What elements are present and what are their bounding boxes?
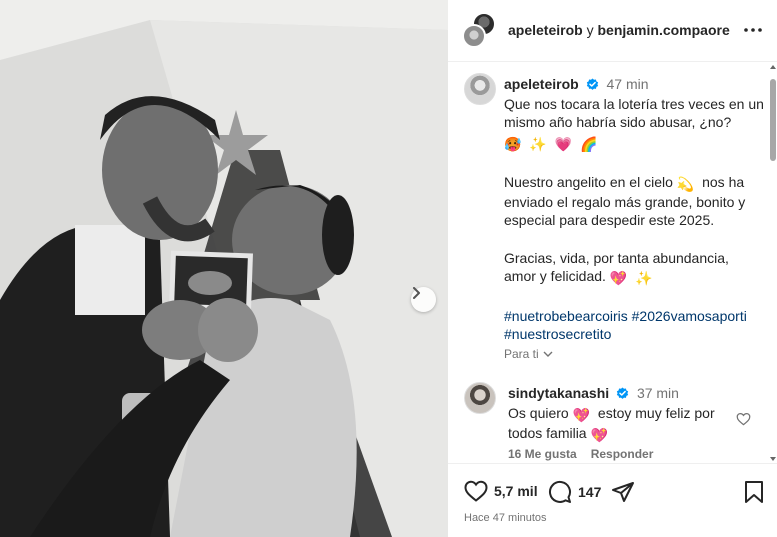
heart-icon bbox=[464, 480, 488, 502]
heart-outline-icon bbox=[736, 412, 751, 426]
caption-time: 47 min bbox=[606, 76, 649, 92]
caption-avatar[interactable] bbox=[464, 73, 496, 105]
collab-avatars[interactable] bbox=[462, 12, 498, 50]
emoji: 💖 bbox=[609, 270, 628, 286]
post-timestamp: Hace 47 minutos bbox=[464, 512, 547, 524]
next-photo-button[interactable] bbox=[411, 287, 436, 312]
comment-avatar[interactable] bbox=[464, 382, 496, 414]
comment-bubble-icon bbox=[549, 480, 571, 503]
comment-likes[interactable]: 16 Me gusta bbox=[508, 447, 577, 461]
send-icon bbox=[612, 482, 634, 502]
comment: sindytakanashi 37 min Os quiero 💖 estoy … bbox=[508, 384, 730, 444]
hashtag-link[interactable]: #nuestrosecretito bbox=[504, 326, 611, 342]
header-username-2[interactable]: benjamin.compaore bbox=[597, 22, 729, 38]
comment-reply-button[interactable]: Responder bbox=[591, 447, 654, 461]
comments-count[interactable]: 147 bbox=[578, 484, 601, 500]
emoji: 💫 bbox=[676, 176, 695, 192]
chevron-down-icon bbox=[543, 351, 553, 357]
post-panel: apeleteirob y benjamin.compaore apeletei… bbox=[448, 0, 777, 537]
share-button[interactable] bbox=[611, 480, 635, 504]
emoji: 💖 bbox=[590, 427, 608, 443]
caption-username[interactable]: apeleteirob bbox=[504, 76, 579, 92]
caption-paragraph-2: Nuestro angelito en el cielo 💫 nos ha en… bbox=[504, 173, 764, 229]
caption-paragraph-3: Gracias, vida, por tanta abundancia, amo… bbox=[504, 249, 764, 287]
comment-text: Os quiero 💖 estoy muy feliz por todos fa… bbox=[508, 404, 730, 444]
emoji: ✨ bbox=[635, 270, 653, 286]
header-conjunction: y bbox=[586, 22, 594, 38]
like-button[interactable]: 5,7 mil bbox=[464, 480, 538, 502]
comment-button[interactable]: 147 bbox=[548, 480, 601, 504]
verified-badge-icon bbox=[586, 78, 598, 90]
emoji: 🌈 bbox=[579, 136, 598, 152]
scrollbar[interactable] bbox=[769, 63, 777, 463]
avatar bbox=[462, 24, 486, 48]
see-translation-toggle[interactable]: Para ti bbox=[504, 347, 553, 361]
hashtag-link[interactable]: #nuetrobebearcoiris bbox=[504, 308, 628, 324]
comment-username[interactable]: sindytakanashi bbox=[508, 385, 609, 401]
emoji: 🥵 bbox=[504, 136, 522, 152]
photo-illustration bbox=[0, 0, 448, 537]
comment-meta: 16 Me gusta Responder bbox=[508, 447, 653, 461]
caption-emoji-row: 🥵 ✨ 💗 🌈 bbox=[504, 133, 764, 153]
more-options-button[interactable] bbox=[743, 20, 763, 40]
chevron-right-icon bbox=[413, 287, 420, 299]
comments-scroll-area[interactable]: apeleteirob 47 min Que nos tocara la lot… bbox=[448, 63, 777, 463]
scroll-down-arrow-icon[interactable] bbox=[770, 457, 776, 461]
collab-title: apeleteirob y benjamin.compaore bbox=[508, 22, 730, 38]
bookmark-icon bbox=[745, 481, 763, 503]
comment-time: 37 min bbox=[636, 385, 679, 401]
post-header: apeleteirob y benjamin.compaore bbox=[448, 0, 777, 62]
scroll-up-arrow-icon[interactable] bbox=[770, 65, 776, 69]
post-photo[interactable] bbox=[0, 0, 448, 537]
post-actions: 5,7 mil 147 Hace 47 minutos bbox=[448, 463, 777, 537]
see-translation-label: Para ti bbox=[504, 347, 539, 361]
hashtag-link[interactable]: #2026vamosaporti bbox=[632, 308, 747, 324]
caption-hashtags: #nuetrobebearcoiris #2026vamosaporti #nu… bbox=[504, 307, 764, 343]
caption-p2-a: Nuestro angelito en el cielo bbox=[504, 174, 673, 190]
more-horizontal-icon bbox=[744, 28, 762, 32]
post-caption: apeleteirob 47 min Que nos tocara la lot… bbox=[504, 75, 764, 343]
emoji: 💖 bbox=[572, 407, 591, 423]
caption-line-1: Que nos tocara la lotería tres veces en … bbox=[504, 96, 764, 130]
emoji: ✨ bbox=[529, 136, 547, 152]
save-button[interactable] bbox=[744, 480, 764, 504]
likes-count[interactable]: 5,7 mil bbox=[494, 483, 538, 499]
scrollbar-thumb[interactable] bbox=[770, 79, 776, 161]
header-username-1[interactable]: apeleteirob bbox=[508, 22, 583, 38]
comment-text-a: Os quiero bbox=[508, 405, 569, 421]
emoji: 💗 bbox=[554, 136, 573, 152]
comment-like-button[interactable] bbox=[736, 412, 751, 431]
verified-badge-icon bbox=[616, 387, 629, 399]
